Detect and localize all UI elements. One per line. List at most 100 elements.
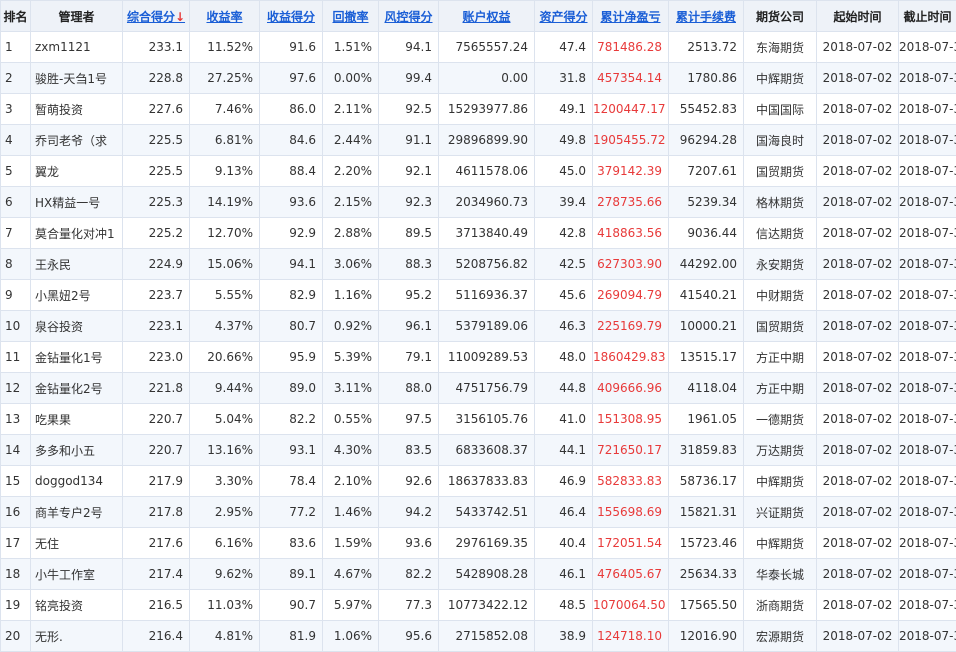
- company-cell: 中国国际: [744, 94, 817, 125]
- return-score-cell: 89.1: [260, 559, 323, 590]
- composite-score-cell: 225.2: [123, 218, 190, 249]
- risk-score-cell: 94.2: [379, 497, 439, 528]
- asset-score-cell: 46.1: [535, 559, 593, 590]
- rank-cell: 8: [1, 249, 31, 280]
- header-return-score-sort[interactable]: 收益得分: [260, 1, 323, 32]
- start-time-cell: 2018-07-02: [817, 311, 899, 342]
- asset-score-cell: 49.8: [535, 125, 593, 156]
- header-asset-score-sort[interactable]: 资产得分: [535, 1, 593, 32]
- asset-score-cell: 41.0: [535, 404, 593, 435]
- drawdown-cell: 0.55%: [323, 404, 379, 435]
- end-time-cell: 2018-07-30: [899, 435, 956, 466]
- manager-cell: 多多和小五: [31, 435, 123, 466]
- table-row: 20无形.216.44.81%81.91.06%95.62715852.0838…: [1, 621, 956, 652]
- return-score-cell: 82.9: [260, 280, 323, 311]
- composite-score-cell: 225.5: [123, 125, 190, 156]
- rank-cell: 16: [1, 497, 31, 528]
- table-row: 11金钻量化1号223.020.66%95.95.39%79.111009289…: [1, 342, 956, 373]
- end-time-cell: 2018-07-30: [899, 249, 956, 280]
- drawdown-cell: 5.97%: [323, 590, 379, 621]
- manager-cell: 无住: [31, 528, 123, 559]
- header-equity-sort[interactable]: 账户权益: [439, 1, 535, 32]
- company-cell: 国海良时: [744, 125, 817, 156]
- company-cell: 格林期货: [744, 187, 817, 218]
- net-pnl-cell: 1905455.72: [593, 125, 669, 156]
- equity-cell: 5116936.37: [439, 280, 535, 311]
- header-net-pnl-sort[interactable]: 累计净盈亏: [593, 1, 669, 32]
- start-time-cell: 2018-07-02: [817, 590, 899, 621]
- risk-score-cell: 97.5: [379, 404, 439, 435]
- rank-cell: 13: [1, 404, 31, 435]
- start-time-cell: 2018-07-02: [817, 32, 899, 63]
- manager-cell: 乔司老爷（求: [31, 125, 123, 156]
- return-rate-cell: 6.16%: [190, 528, 260, 559]
- end-time-cell: 2018-07-30: [899, 497, 956, 528]
- company-cell: 中财期货: [744, 280, 817, 311]
- manager-cell: 小牛工作室: [31, 559, 123, 590]
- table-row: 14多多和小五220.713.16%93.14.30%83.56833608.3…: [1, 435, 956, 466]
- return-rate-cell: 11.03%: [190, 590, 260, 621]
- asset-score-cell: 44.1: [535, 435, 593, 466]
- table-row: 2骏胜-天刍1号228.827.25%97.60.00%99.40.0031.8…: [1, 63, 956, 94]
- end-time-cell: 2018-07-30: [899, 94, 956, 125]
- manager-cell: 吃果果: [31, 404, 123, 435]
- fees-cell: 7207.61: [669, 156, 744, 187]
- return-rate-cell: 20.66%: [190, 342, 260, 373]
- equity-cell: 15293977.86: [439, 94, 535, 125]
- equity-cell: 2715852.08: [439, 621, 535, 652]
- company-cell: 万达期货: [744, 435, 817, 466]
- asset-score-cell: 49.1: [535, 94, 593, 125]
- header-drawdown-sort[interactable]: 回撤率: [323, 1, 379, 32]
- end-time-cell: 2018-07-30: [899, 590, 956, 621]
- risk-score-cell: 96.1: [379, 311, 439, 342]
- header-end-time: 截止时间: [899, 1, 956, 32]
- table-row: 15doggod134217.93.30%78.42.10%92.6186378…: [1, 466, 956, 497]
- start-time-cell: 2018-07-02: [817, 435, 899, 466]
- asset-score-cell: 38.9: [535, 621, 593, 652]
- company-cell: 华泰长城: [744, 559, 817, 590]
- asset-score-cell: 45.6: [535, 280, 593, 311]
- rank-cell: 1: [1, 32, 31, 63]
- risk-score-cell: 92.5: [379, 94, 439, 125]
- return-rate-cell: 4.37%: [190, 311, 260, 342]
- company-cell: 一德期货: [744, 404, 817, 435]
- table-row: 8王永民224.915.06%94.13.06%88.35208756.8242…: [1, 249, 956, 280]
- risk-score-cell: 89.5: [379, 218, 439, 249]
- header-composite-score-label: 综合得分: [127, 10, 175, 24]
- drawdown-cell: 1.46%: [323, 497, 379, 528]
- start-time-cell: 2018-07-02: [817, 125, 899, 156]
- end-time-cell: 2018-07-30: [899, 373, 956, 404]
- drawdown-cell: 1.16%: [323, 280, 379, 311]
- net-pnl-cell: 582833.83: [593, 466, 669, 497]
- header-fees-sort[interactable]: 累计手续费: [669, 1, 744, 32]
- fees-cell: 58736.17: [669, 466, 744, 497]
- header-risk-score-sort[interactable]: 风控得分: [379, 1, 439, 32]
- header-return-rate-sort[interactable]: 收益率: [190, 1, 260, 32]
- manager-cell: 小黑妞2号: [31, 280, 123, 311]
- drawdown-cell: 3.06%: [323, 249, 379, 280]
- end-time-cell: 2018-07-30: [899, 187, 956, 218]
- end-time-cell: 2018-07-30: [899, 621, 956, 652]
- equity-cell: 2976169.35: [439, 528, 535, 559]
- return-score-cell: 97.6: [260, 63, 323, 94]
- fees-cell: 44292.00: [669, 249, 744, 280]
- rank-cell: 10: [1, 311, 31, 342]
- equity-cell: 10773422.12: [439, 590, 535, 621]
- return-score-cell: 83.6: [260, 528, 323, 559]
- header-start-time: 起始时间: [817, 1, 899, 32]
- equity-cell: 5428908.28: [439, 559, 535, 590]
- rank-cell: 9: [1, 280, 31, 311]
- return-score-cell: 81.9: [260, 621, 323, 652]
- company-cell: 方正中期: [744, 342, 817, 373]
- rank-cell: 7: [1, 218, 31, 249]
- table-row: 7莫合量化对冲1225.212.70%92.92.88%89.53713840.…: [1, 218, 956, 249]
- return-score-cell: 91.6: [260, 32, 323, 63]
- end-time-cell: 2018-07-30: [899, 311, 956, 342]
- header-composite-score-sort[interactable]: 综合得分↓: [123, 1, 190, 32]
- asset-score-cell: 48.5: [535, 590, 593, 621]
- return-rate-cell: 9.62%: [190, 559, 260, 590]
- start-time-cell: 2018-07-02: [817, 280, 899, 311]
- fees-cell: 5239.34: [669, 187, 744, 218]
- table-row: 18小牛工作室217.49.62%89.14.67%82.25428908.28…: [1, 559, 956, 590]
- table-row: 17无住217.66.16%83.61.59%93.62976169.3540.…: [1, 528, 956, 559]
